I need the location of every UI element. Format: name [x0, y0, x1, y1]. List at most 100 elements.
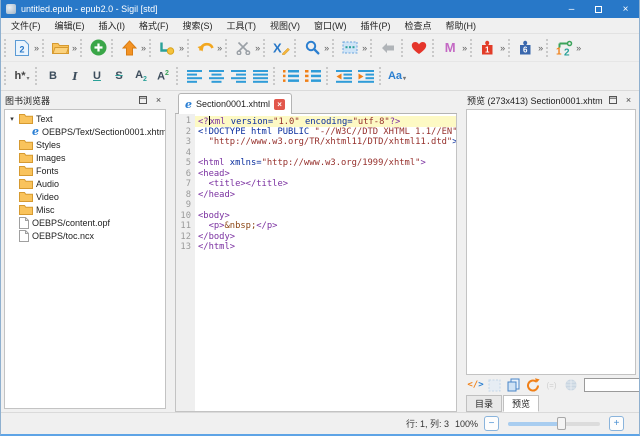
- mark-selection-icon[interactable]: [340, 37, 360, 59]
- tree-item[interactable]: OEBPS/toc.ncx: [5, 229, 165, 242]
- code-line: 2<!DOCTYPE html PUBLIC "-//W3C//DTD XHTM…: [176, 127, 456, 138]
- line-number: 11: [176, 221, 195, 232]
- menu-item-9[interactable]: 插件(P): [354, 18, 398, 33]
- menu-item-5[interactable]: 搜索(S): [176, 18, 220, 33]
- preview-tab-inactive[interactable]: 目录: [466, 395, 502, 412]
- folder-icon: [19, 204, 33, 215]
- undo-icon[interactable]: [195, 37, 215, 59]
- menu-item-8[interactable]: 窗口(W): [307, 18, 354, 33]
- save-icon[interactable]: [119, 37, 139, 59]
- toolbar-separator: [187, 39, 191, 57]
- tree-item[interactable]: ▾Text: [5, 112, 165, 125]
- add-existing-icon[interactable]: [88, 37, 108, 59]
- align-justify-icon[interactable]: [250, 65, 270, 87]
- case-dropdown[interactable]: Aa▾: [387, 65, 407, 87]
- overflow-chevron-icon[interactable]: »: [179, 43, 184, 53]
- menu-item-1[interactable]: 文件(F): [4, 18, 48, 33]
- align-left-icon[interactable]: [184, 65, 204, 87]
- tree-item[interactable]: Styles: [5, 138, 165, 151]
- menu-item-6[interactable]: 工具(T): [220, 18, 264, 33]
- overflow-chevron-icon[interactable]: »: [217, 43, 222, 53]
- toolbar-separator: [4, 67, 8, 85]
- cut-icon[interactable]: [233, 37, 253, 59]
- zoom-in-button[interactable]: +: [609, 416, 624, 431]
- menu-item-4[interactable]: 格式(F): [132, 18, 176, 33]
- minimize-button[interactable]: –: [558, 0, 585, 18]
- close-panel-icon[interactable]: ×: [152, 94, 165, 107]
- preview-search-input[interactable]: [584, 378, 640, 392]
- line-number: 5: [176, 158, 195, 169]
- subscript-icon[interactable]: A2: [131, 65, 151, 87]
- open-folder-icon[interactable]: [50, 37, 70, 59]
- svg-text:X: X: [273, 41, 282, 56]
- copy-icon[interactable]: [506, 377, 521, 393]
- tree-item[interactable]: eOEBPS/Text/Section0001.xhtml: [5, 125, 165, 138]
- overflow-chevron-icon[interactable]: »: [500, 43, 505, 53]
- float-panel-icon[interactable]: [606, 94, 619, 107]
- outdent-icon[interactable]: [334, 65, 354, 87]
- zoom-slider-handle[interactable]: [557, 417, 566, 430]
- bullet-list-icon[interactable]: [281, 65, 301, 87]
- statusbar: 行: 1, 列: 3 100% − +: [1, 412, 639, 434]
- preview-tab-active[interactable]: 预览: [503, 395, 539, 412]
- tab-section0001[interactable]: e Section0001.xhtml ×: [178, 93, 292, 114]
- ordered-list-icon[interactable]: [303, 65, 323, 87]
- preview-title: 预览 (273x413) Section0001.xhtml: [467, 94, 603, 107]
- insert-file-icon[interactable]: [157, 37, 177, 59]
- underline-icon[interactable]: U: [87, 65, 107, 87]
- zoom-slider[interactable]: [508, 422, 600, 426]
- menu-item-11[interactable]: 帮助(H): [439, 18, 484, 33]
- code-inspect-icon[interactable]: </>: [468, 377, 483, 393]
- tab-close-icon[interactable]: ×: [274, 99, 285, 110]
- overflow-chevron-icon[interactable]: »: [141, 43, 146, 53]
- tree-item[interactable]: Audio: [5, 177, 165, 190]
- tree-item[interactable]: Misc: [5, 203, 165, 216]
- overflow-chevron-icon[interactable]: »: [538, 43, 543, 53]
- metadata-icon[interactable]: M: [440, 37, 460, 59]
- clip-counter-icon[interactable]: 12: [554, 37, 574, 59]
- folder-icon: [19, 191, 33, 202]
- menu-item-2[interactable]: 编辑(E): [48, 18, 92, 33]
- float-panel-icon[interactable]: [136, 94, 149, 107]
- maximize-button[interactable]: [585, 0, 612, 18]
- new-epub-icon[interactable]: 2: [12, 37, 32, 59]
- book-browser-tree[interactable]: ▾TexteOEBPS/Text/Section0001.xhtmlStyles…: [4, 109, 166, 409]
- overflow-chevron-icon[interactable]: »: [462, 43, 467, 53]
- code-editor[interactable]: 1<?xml version="1.0" encoding="utf-8"?>2…: [175, 114, 457, 412]
- plugin-6-icon[interactable]: 6: [516, 37, 536, 59]
- code-line: 13</html>: [176, 242, 456, 253]
- align-center-icon[interactable]: [206, 65, 226, 87]
- close-button[interactable]: ×: [612, 0, 639, 18]
- back-icon[interactable]: [378, 37, 398, 59]
- tree-expand-icon[interactable]: ▾: [8, 115, 16, 123]
- overflow-chevron-icon[interactable]: »: [362, 43, 367, 53]
- file-icon: [19, 217, 29, 229]
- plugin-1-icon[interactable]: 1: [478, 37, 498, 59]
- tree-item[interactable]: OEBPS/content.opf: [5, 216, 165, 229]
- spellcheck-icon[interactable]: X: [271, 37, 291, 59]
- tree-item[interactable]: Video: [5, 190, 165, 203]
- zoom-out-button[interactable]: −: [484, 416, 499, 431]
- overflow-chevron-icon[interactable]: »: [34, 43, 39, 53]
- find-icon[interactable]: [302, 37, 322, 59]
- overflow-chevron-icon[interactable]: »: [255, 43, 260, 53]
- tree-item[interactable]: Images: [5, 151, 165, 164]
- menu-item-3[interactable]: 插入(I): [92, 18, 133, 33]
- superscript-icon[interactable]: A2: [153, 65, 173, 87]
- indent-icon[interactable]: [356, 65, 376, 87]
- menu-item-10[interactable]: 检查点: [398, 18, 439, 33]
- overflow-chevron-icon[interactable]: »: [324, 43, 329, 53]
- menu-item-7[interactable]: 视图(V): [263, 18, 307, 33]
- titlebar[interactable]: untitled.epub - epub2.0 - Sigil [std] – …: [1, 0, 639, 18]
- overflow-chevron-icon[interactable]: »: [72, 43, 77, 53]
- heading-dropdown[interactable]: h*▾: [12, 65, 32, 87]
- donate-icon[interactable]: [409, 37, 429, 59]
- align-right-icon[interactable]: [228, 65, 248, 87]
- refresh-icon[interactable]: [525, 377, 540, 393]
- tree-item[interactable]: Fonts: [5, 164, 165, 177]
- strikethrough-icon[interactable]: S: [109, 65, 129, 87]
- overflow-chevron-icon[interactable]: »: [576, 43, 581, 53]
- bold-icon[interactable]: B: [43, 65, 63, 87]
- italic-icon[interactable]: I: [65, 65, 85, 87]
- close-panel-icon[interactable]: ×: [622, 94, 635, 107]
